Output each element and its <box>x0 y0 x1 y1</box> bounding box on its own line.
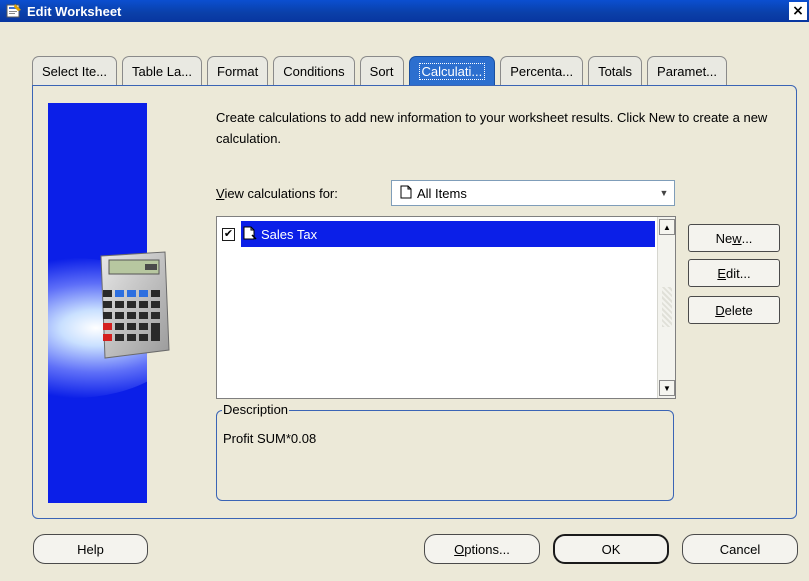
scroll-down-icon[interactable]: ▼ <box>659 380 675 396</box>
edit-button[interactable]: Edit... <box>688 259 780 287</box>
ok-button[interactable]: OK <box>553 534 669 564</box>
list-scrollbar[interactable]: ▲ ▼ <box>657 217 675 398</box>
view-select-value: All Items <box>417 185 467 201</box>
calculation-item[interactable]: Sales Tax <box>241 221 655 247</box>
cancel-button[interactable]: Cancel <box>682 534 798 564</box>
list-item[interactable]: ✔ Sales Tax <box>220 221 655 247</box>
tab-bar: Select Ite... Table La... Format Conditi… <box>32 55 732 86</box>
calculation-icon <box>243 226 257 243</box>
tab-percentages[interactable]: Percenta... <box>500 56 584 86</box>
tab-calculations[interactable]: Calculati... <box>408 56 496 86</box>
tab-table-layout[interactable]: Table La... <box>122 56 203 86</box>
title-bar: Edit Worksheet × <box>0 0 809 22</box>
calculations-list[interactable]: ✔ Sales Tax ▲ ▼ <box>216 216 676 399</box>
instructions-text: Create calculations to add new informati… <box>216 110 768 146</box>
tab-format[interactable]: Format <box>207 56 269 86</box>
scroll-up-icon[interactable]: ▲ <box>659 219 675 235</box>
tab-totals[interactable]: Totals <box>588 56 643 86</box>
description-text: Profit SUM*0.08 <box>223 431 317 446</box>
new-button[interactable]: Ne w... <box>688 224 780 252</box>
view-label-rest: iew calculations for: <box>224 186 338 201</box>
tab-sort[interactable]: Sort <box>359 56 404 86</box>
tab-conditions[interactable]: Conditions <box>273 56 355 86</box>
view-calculations-label: View calculations for: <box>216 186 338 201</box>
view-calculations-select[interactable]: All Items ▼ <box>391 180 675 206</box>
tab-parameters[interactable]: Paramet... <box>647 56 728 86</box>
options-button[interactable]: Options... <box>424 534 540 564</box>
description-group: Description Profit SUM*0.08 <box>216 402 674 501</box>
app-icon <box>6 3 22 19</box>
close-button[interactable]: × <box>789 2 807 20</box>
calculator-icon <box>95 250 173 362</box>
calculation-checkbox[interactable]: ✔ <box>222 227 235 241</box>
delete-button[interactable]: Delete <box>688 296 780 324</box>
chevron-down-icon[interactable]: ▼ <box>654 188 674 198</box>
help-button[interactable]: Help <box>33 534 148 564</box>
scroll-grip[interactable] <box>662 287 672 327</box>
calculation-name: Sales Tax <box>261 226 318 242</box>
tab-select-items[interactable]: Select Ite... <box>32 56 118 86</box>
description-legend: Description <box>222 402 290 417</box>
document-icon <box>400 185 412 202</box>
window-title: Edit Worksheet <box>27 3 122 19</box>
